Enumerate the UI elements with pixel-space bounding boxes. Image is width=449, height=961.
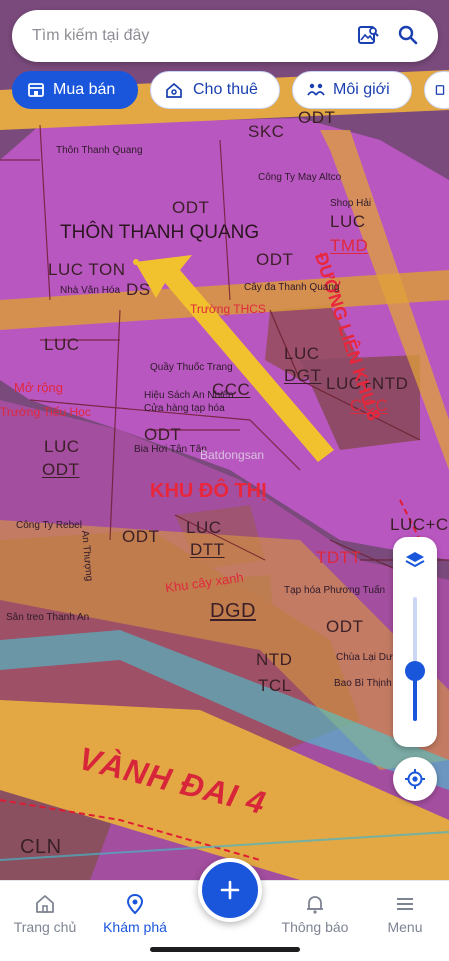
zone-dgd: DGD xyxy=(210,600,256,622)
zone-odt-1: ODT xyxy=(172,198,210,217)
zone-odt-top: ODT xyxy=(298,108,336,127)
zone-odt-6: ODT xyxy=(42,460,80,479)
search-bar[interactable]: Tìm kiếm tại đây xyxy=(12,10,438,62)
zone-tmd: TMD xyxy=(330,236,369,255)
zone-luc-ton: LUC TON xyxy=(48,260,126,279)
add-listing-button[interactable] xyxy=(198,858,262,922)
layers-panel xyxy=(393,537,437,747)
zoom-slider[interactable] xyxy=(405,597,425,721)
watermark-batdongsan: Batdongsan xyxy=(200,448,265,462)
crosshair-icon xyxy=(405,769,425,789)
chip-moi-gioi[interactable]: Môi giới xyxy=(292,71,412,109)
chip-cho-thue[interactable]: Cho thuê xyxy=(150,71,280,109)
zone-ds: DS xyxy=(126,280,151,299)
zone-cln: CLN xyxy=(20,836,62,858)
zone-tdtt: TDTT xyxy=(316,548,362,567)
zone-odt-3: ODT xyxy=(144,425,182,444)
menu-icon xyxy=(397,898,413,910)
locate-button[interactable] xyxy=(393,757,437,801)
place-shop-hai: Shop Hải xyxy=(330,198,372,209)
place-cong-ty-rebel: Công Ty Rebel xyxy=(16,520,82,531)
search-icon[interactable] xyxy=(396,23,420,47)
place-bia-hoi: Bia Hơi Tân Tân xyxy=(134,444,207,455)
place-chua-lai-du: Chùa Lại Dư xyxy=(336,652,393,663)
zone-luc-c: LUC+C xyxy=(390,515,449,534)
chip-label: Cho thuê xyxy=(193,81,258,98)
plus-icon xyxy=(220,880,240,900)
chip-label: Môi giới xyxy=(333,81,390,98)
layers-icon[interactable] xyxy=(404,549,426,571)
place-thon-thanh-quang: Thôn Thanh Quang xyxy=(56,145,143,156)
place-bao-bi: Bao Bì Thịnh xyxy=(334,678,392,689)
zone-dtt: DTT xyxy=(190,540,225,559)
place-quay-thuoc: Quầy Thuốc Trang xyxy=(150,362,233,373)
label-mo-rong: Mở rộng xyxy=(14,380,63,395)
place-cong-ty-my-altco: Công Ty May Altco xyxy=(258,172,342,183)
zone-dgt: DGT xyxy=(284,366,322,385)
brokers-icon xyxy=(307,83,325,96)
zoom-slider-knob[interactable] xyxy=(405,661,425,682)
zone-odt-5: ODT xyxy=(326,617,364,636)
place-cua-hang-tap-hoa: Cửa hàng tạp hóa xyxy=(144,403,225,414)
zone-luc-tmd: LUC xyxy=(330,212,366,231)
place-truong-tieu-hoc: Trường Tiểu Học xyxy=(0,405,91,419)
zone-skc: SKC xyxy=(248,122,285,141)
bell-icon xyxy=(307,896,323,914)
place-hieu-sach: Hiệu Sách An Nhiên xyxy=(144,390,234,401)
nav-label: Thông báo xyxy=(281,919,349,935)
zone-odt-2: ODT xyxy=(256,250,294,269)
label-thon-thanh-quang: THÔN THANH QUANG xyxy=(60,222,260,243)
search-input[interactable]: Tìm kiếm tại đây xyxy=(32,27,149,45)
nav-kham-pha[interactable]: Khám phá xyxy=(95,893,175,935)
chip-label: Mua bán xyxy=(53,81,116,98)
chip-mua-ban[interactable]: Mua bán xyxy=(12,71,138,109)
zone-tcl: TCL xyxy=(258,676,292,695)
store-icon xyxy=(28,83,44,97)
zone-odt-4: ODT xyxy=(122,527,160,546)
home-indicator xyxy=(150,947,300,952)
zone-luc-dtt: LUC xyxy=(186,518,222,537)
nav-trang-chu[interactable]: Trang chủ xyxy=(5,893,85,935)
house-key-icon xyxy=(166,82,182,98)
nav-thong-bao[interactable]: Thông báo xyxy=(275,893,355,935)
nav-label: Khám phá xyxy=(103,919,167,935)
place-san-treo: Sân treo Thanh An xyxy=(6,612,90,623)
place-cay-da: Cây đa Thanh Quang xyxy=(244,282,340,293)
zone-ntd-small: NTD xyxy=(256,650,293,669)
map-view[interactable]: SKC ODT ODT ODT ODT ODT ODT ODT LUC LUC … xyxy=(0,0,449,880)
nav-menu[interactable]: Menu xyxy=(365,893,445,935)
place-nha-van-hoa: Nhà Văn Hóa xyxy=(60,285,121,296)
nav-label: Trang chủ xyxy=(13,919,77,935)
image-search-icon[interactable] xyxy=(356,23,380,47)
home-icon xyxy=(36,895,54,913)
nav-label: Menu xyxy=(387,919,423,935)
zone-luc-odt: LUC xyxy=(44,437,80,456)
chip-icon xyxy=(435,85,445,95)
place-truong-thcs: Trường THCS xyxy=(190,302,266,316)
zone-luc-a: LUC xyxy=(44,335,80,354)
zone-luc-dgt: LUC xyxy=(284,344,320,363)
map-pin-icon xyxy=(126,893,144,915)
label-khu-do-thi: KHU ĐÔ THỊ xyxy=(150,480,267,502)
place-tap-hoa-phuong-tuan: Tạp hóa Phương Tuấn xyxy=(284,585,386,596)
